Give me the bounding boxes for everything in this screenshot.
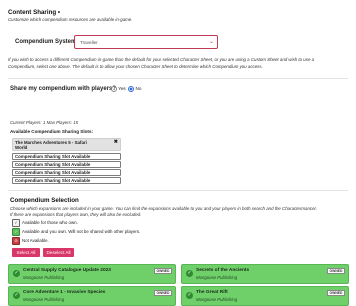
compendium-selection-title: Compendium Selection bbox=[10, 197, 79, 204]
legend-item: ⊘ Not Available. bbox=[12, 237, 49, 245]
share-radio-group: Yes No bbox=[111, 86, 141, 92]
chevron-down-icon: ⌄ bbox=[208, 39, 214, 45]
not-available-icon: ⊘ bbox=[12, 237, 20, 245]
sharing-slot[interactable]: Compendium Sharing Slot Available bbox=[12, 153, 121, 160]
slots-title: Available Compendium Sharing Slots: bbox=[10, 129, 94, 134]
sharing-slot[interactable]: Compendium Sharing Slot Available bbox=[12, 177, 121, 184]
share-yes-label: Yes bbox=[118, 86, 126, 92]
divider bbox=[8, 190, 348, 191]
selection-desc-line1: Choose which expansions are included in … bbox=[10, 206, 318, 211]
check-icon: ✓ bbox=[186, 292, 193, 299]
check-icon: ✓ bbox=[13, 292, 20, 299]
check-icon: ✓ bbox=[13, 270, 20, 277]
share-no-radio[interactable] bbox=[128, 86, 135, 92]
expansion-name: Secrets of the Ancients bbox=[196, 268, 250, 273]
legend-item: ✓ Available and you own. Will not be shar… bbox=[12, 228, 140, 236]
expansion-name: Core Adventure 1 - Invasive Species bbox=[23, 290, 106, 295]
legend-text: Not Available. bbox=[22, 238, 49, 244]
close-icon[interactable]: ✖ bbox=[114, 139, 118, 145]
compendium-system-select[interactable]: Traveller ⌄ bbox=[74, 35, 218, 49]
slot-filled-line2: World bbox=[15, 145, 28, 151]
select-all-button[interactable]: Select All bbox=[12, 248, 40, 257]
expansion-card[interactable]: ✓ Central Supply Catalogue Update 2023 M… bbox=[8, 264, 176, 284]
deselect-all-button[interactable]: Deselect All bbox=[43, 248, 74, 257]
share-no-label: No bbox=[135, 86, 142, 92]
check-icon: ✓ bbox=[12, 219, 20, 227]
legend-text: Available for those who own. bbox=[22, 220, 78, 226]
content-sharing-subtitle: Customize which compendium resources are… bbox=[8, 17, 133, 22]
owned-badge: OWNED bbox=[327, 290, 345, 297]
expansion-name: The Great Rift bbox=[196, 290, 228, 295]
sharing-slot-filled[interactable]: The Marches Adventures 5 - Safari World … bbox=[12, 138, 121, 151]
compendium-system-label: Compendium System: bbox=[15, 39, 79, 45]
selection-desc-line2: If there are expansions that players own… bbox=[10, 212, 142, 217]
legend-item: ✓ Available for those who own. bbox=[12, 219, 78, 227]
expansion-card[interactable]: ✓ The Great Rift Mongoose Publishing OWN… bbox=[181, 286, 349, 306]
share-yes-radio[interactable] bbox=[111, 86, 117, 92]
expansion-publisher: Mongoose Publishing bbox=[23, 275, 65, 280]
expansion-card[interactable]: ✓ Core Adventure 1 - Invasive Species Mo… bbox=[8, 286, 176, 306]
check-icon: ✓ bbox=[12, 228, 20, 236]
compendium-help-line1: If you wish to access a different Compen… bbox=[8, 57, 315, 62]
sharing-slot[interactable]: Compendium Sharing Slot Available bbox=[12, 169, 121, 176]
legend-text: Available and you own. Will not be share… bbox=[22, 229, 141, 235]
expansion-name: Central Supply Catalogue Update 2023 bbox=[23, 268, 111, 273]
owned-badge: OWNED bbox=[154, 290, 172, 297]
compendium-help-line2: Compendium, select one above. The defaul… bbox=[8, 64, 263, 69]
check-icon: ✓ bbox=[186, 270, 193, 277]
share-question: Share my compendium with players? bbox=[10, 86, 117, 92]
content-sharing-title: Content Sharing • bbox=[8, 9, 61, 16]
compendium-system-value: Traveller bbox=[80, 39, 98, 45]
owned-badge: OWNED bbox=[327, 268, 345, 275]
sharing-slot[interactable]: Compendium Sharing Slot Available bbox=[12, 161, 121, 168]
current-players: Current Players: 1 Max Players: 15 bbox=[10, 120, 79, 125]
divider bbox=[8, 78, 348, 79]
owned-badge: OWNED bbox=[154, 268, 172, 275]
expansion-card[interactable]: ✓ Secrets of the Ancients Mongoose Publi… bbox=[181, 264, 349, 284]
expansion-publisher: Mongoose Publishing bbox=[196, 275, 238, 280]
